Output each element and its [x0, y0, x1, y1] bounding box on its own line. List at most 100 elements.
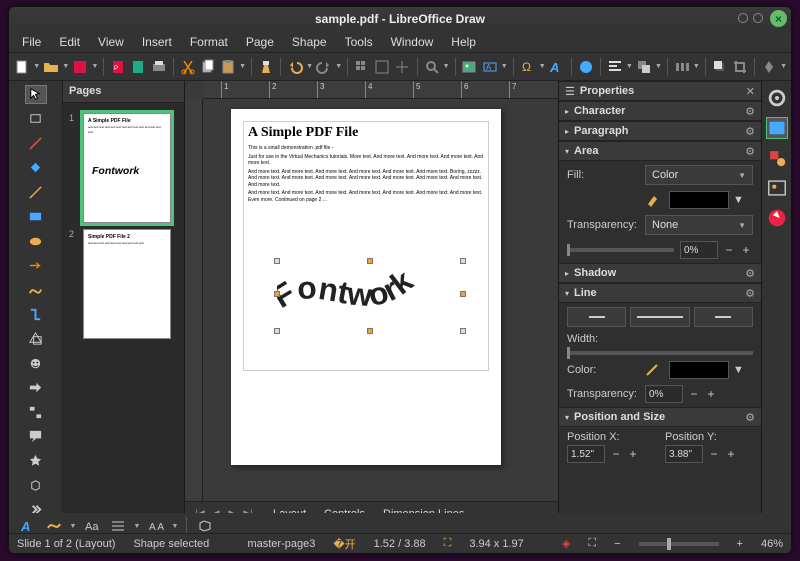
save-dropdown[interactable]: ▼ [91, 63, 98, 70]
menu-tools[interactable]: Tools [338, 33, 380, 51]
line-color-dropdown[interactable]: ▼ [733, 364, 744, 376]
minus-icon[interactable]: − [722, 243, 736, 257]
select-tool-icon[interactable] [25, 85, 47, 104]
redo-dropdown[interactable]: ▼ [335, 63, 342, 70]
section-shadow[interactable]: ▸Shadow⚙ [559, 263, 761, 283]
pages-list[interactable]: 1 A Simple PDF File text text text text … [63, 103, 184, 525]
3d-icon[interactable] [25, 476, 47, 494]
menu-help[interactable]: Help [444, 33, 483, 51]
image-icon[interactable] [460, 56, 478, 78]
save-icon[interactable] [71, 56, 89, 78]
section-line[interactable]: ▾Line⚙ [559, 283, 761, 303]
zoom-pan-icon[interactable] [25, 110, 47, 128]
undo-icon[interactable] [286, 56, 304, 78]
fontwork-align-dropdown[interactable]: ▼ [133, 523, 141, 530]
gear-icon[interactable]: ⚙ [745, 411, 755, 424]
section-position-size[interactable]: ▾Position and Size⚙ [559, 407, 761, 427]
vertical-ruler[interactable] [185, 99, 203, 501]
align-dropdown[interactable]: ▼ [626, 63, 633, 70]
maximize-button[interactable] [753, 13, 763, 23]
print-icon[interactable] [150, 56, 168, 78]
fontwork-object[interactable]: Fontwork [277, 261, 463, 331]
minus-icon[interactable]: − [707, 447, 721, 461]
line-style-combo[interactable] [630, 307, 689, 327]
connector-tool-icon[interactable] [25, 305, 47, 323]
fontwork-shape-dropdown[interactable]: ▼ [69, 523, 77, 530]
menu-page[interactable]: Page [239, 33, 281, 51]
filter-dropdown[interactable]: ▼ [780, 63, 787, 70]
menu-window[interactable]: Window [384, 33, 441, 51]
fontwork-icon[interactable]: A [548, 56, 566, 78]
ellipse-tool-icon[interactable] [25, 232, 47, 250]
new-dropdown[interactable]: ▼ [33, 63, 40, 70]
gear-icon[interactable]: ⚙ [745, 145, 755, 158]
export-pdf-icon[interactable]: P [109, 56, 127, 78]
plus-icon[interactable]: + [739, 243, 753, 257]
fill-color-swatch[interactable] [669, 191, 729, 209]
zoom-in-icon[interactable]: + [737, 538, 743, 550]
page-thumb-2[interactable]: 2 Simple PDF File 2 text text text text … [69, 229, 178, 339]
paste-dropdown[interactable]: ▼ [239, 63, 246, 70]
minus-icon[interactable]: − [687, 387, 701, 401]
zoom-out-icon[interactable]: − [614, 538, 620, 550]
distribute-icon[interactable] [673, 56, 691, 78]
plus-icon[interactable]: + [704, 387, 718, 401]
horizontal-ruler[interactable]: 1 2 3 4 5 6 7 [203, 81, 558, 99]
arrange-dropdown[interactable]: ▼ [655, 63, 662, 70]
menu-format[interactable]: Format [183, 33, 235, 51]
menu-view[interactable]: View [91, 33, 131, 51]
close-button[interactable] [770, 10, 787, 27]
open-dropdown[interactable]: ▼ [62, 63, 69, 70]
textbox-icon[interactable]: A [481, 56, 499, 78]
transparency-slider[interactable]: −+ [567, 241, 753, 259]
redo-icon[interactable] [315, 56, 333, 78]
sidebar-shapes-icon[interactable] [766, 147, 788, 169]
page-thumb-1[interactable]: 1 A Simple PDF File text text text text … [69, 113, 178, 223]
filter-icon[interactable] [760, 56, 778, 78]
fill-color-icon[interactable] [25, 159, 47, 177]
hyperlink-icon[interactable] [577, 56, 595, 78]
sidebar-gallery-icon[interactable] [766, 177, 788, 199]
crop-icon[interactable] [731, 56, 749, 78]
menu-insert[interactable]: Insert [135, 33, 179, 51]
page-view[interactable]: A Simple PDF File This is a small demons… [231, 109, 501, 465]
align-icon[interactable] [606, 56, 624, 78]
gear-icon[interactable]: ⚙ [745, 267, 755, 280]
save-indicator-icon[interactable]: ◈ [562, 537, 570, 550]
guides-icon[interactable] [393, 56, 411, 78]
special-char-dropdown[interactable]: ▼ [539, 63, 546, 70]
special-char-icon[interactable]: Ω [519, 56, 537, 78]
gear-icon[interactable]: ⚙ [745, 287, 755, 300]
line-color-icon[interactable] [25, 134, 47, 152]
line-end-combo[interactable] [694, 307, 753, 327]
line-start-combo[interactable] [567, 307, 626, 327]
snap-icon[interactable] [373, 56, 391, 78]
minimize-button[interactable] [738, 13, 748, 23]
clone-format-icon[interactable] [257, 56, 275, 78]
flowchart-icon[interactable] [25, 403, 47, 421]
sidebar-properties-icon[interactable] [766, 117, 788, 139]
grid-icon[interactable] [353, 56, 371, 78]
block-arrows-icon[interactable] [25, 378, 47, 396]
plus-icon[interactable]: + [626, 447, 640, 461]
basic-shapes-icon[interactable] [25, 330, 47, 348]
line-width-slider[interactable] [567, 351, 753, 355]
transparency-combo[interactable]: None▼ [645, 215, 753, 235]
status-master[interactable]: master-page3 [247, 538, 315, 550]
curve-tool-icon[interactable] [25, 281, 47, 299]
menu-file[interactable]: File [15, 33, 48, 51]
arrow-tool-icon[interactable] [25, 256, 47, 274]
plus-icon[interactable]: + [724, 447, 738, 461]
pos-y-input[interactable] [665, 445, 703, 463]
gear-icon[interactable]: ⚙ [745, 125, 755, 138]
section-area[interactable]: ▾Area⚙ [559, 141, 761, 161]
menu-edit[interactable]: Edit [52, 33, 87, 51]
open-icon[interactable] [42, 56, 60, 78]
drawing-canvas[interactable]: A Simple PDF File This is a small demons… [203, 99, 558, 501]
close-panel-icon[interactable]: ✕ [746, 85, 755, 98]
arrange-icon[interactable] [635, 56, 653, 78]
export-icon[interactable] [129, 56, 147, 78]
minus-icon[interactable]: − [609, 447, 623, 461]
zoom-dropdown[interactable]: ▼ [443, 63, 450, 70]
zoom-fit-icon[interactable]: ⛶ [588, 537, 596, 550]
